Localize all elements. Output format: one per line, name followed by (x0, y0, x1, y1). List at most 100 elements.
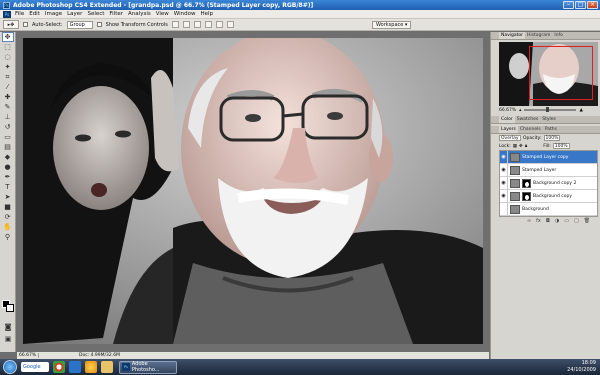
layer-row[interactable]: ◉ Stamped Layer copy (500, 150, 597, 164)
layer-row[interactable]: ◉ Background copy (500, 189, 597, 203)
menu-analysis[interactable]: Analysis (128, 11, 151, 17)
type-tool-icon[interactable]: T (2, 182, 14, 192)
navigator-preview[interactable] (499, 42, 598, 106)
lock-all-icon[interactable]: 🔒︎ (525, 143, 527, 149)
crop-tool-icon[interactable]: ⌗ (2, 72, 14, 82)
media-player-icon[interactable] (85, 361, 97, 373)
new-layer-icon[interactable]: ▢ (574, 218, 579, 225)
path-selection-tool-icon[interactable]: ➤ (2, 192, 14, 202)
zoom-level[interactable]: 66.67% (17, 353, 39, 358)
adjustment-layer-icon[interactable]: ◑ (555, 218, 559, 225)
link-layers-icon[interactable]: ∞ (527, 218, 531, 225)
eyedropper-tool-icon[interactable]: ⁄ (2, 82, 14, 92)
menu-filter[interactable]: Filter (109, 11, 123, 17)
tab-channels[interactable]: Channels (518, 126, 543, 133)
gradient-tool-icon[interactable]: ▤ (2, 142, 14, 152)
minimize-button[interactable]: – (563, 1, 574, 9)
visibility-eye-icon[interactable]: ◉ (500, 163, 508, 177)
align-left-icon[interactable] (204, 21, 212, 28)
add-mask-icon[interactable]: ◘ (546, 218, 550, 225)
navigator-view-frame[interactable] (529, 46, 593, 100)
align-right-icon[interactable] (226, 21, 234, 28)
fx-icon[interactable]: fx (536, 218, 541, 225)
layer-mask-thumbnail[interactable] (522, 178, 531, 188)
system-tray-clock[interactable]: 18:09 24/10/2009 (567, 360, 596, 374)
chrome-icon[interactable] (53, 361, 65, 373)
tab-info[interactable]: Info (552, 32, 565, 39)
tab-paths[interactable]: Paths (543, 126, 559, 133)
background-color-swatch[interactable] (6, 304, 14, 312)
dodge-tool-icon[interactable]: ● (2, 162, 14, 172)
zoom-in-icon[interactable]: ▲ (579, 108, 582, 113)
start-button[interactable] (3, 360, 17, 374)
maximize-button[interactable]: □ (575, 1, 586, 9)
auto-select-checkbox[interactable] (23, 22, 28, 27)
visibility-eye-icon[interactable]: ◉ (500, 189, 508, 203)
menu-file[interactable]: File (15, 11, 24, 17)
google-search-box[interactable]: Google (21, 362, 49, 372)
menu-image[interactable]: Image (45, 11, 62, 17)
internet-explorer-icon[interactable] (69, 361, 81, 373)
tab-color[interactable]: Color (499, 116, 515, 123)
align-middle-icon[interactable] (182, 21, 190, 28)
photo-canvas[interactable] (23, 38, 483, 344)
align-center-icon[interactable] (215, 21, 223, 28)
tool-preset-picker[interactable]: ▸✥ (3, 20, 19, 29)
tab-histogram[interactable]: Histogram (525, 32, 552, 39)
new-group-icon[interactable]: ▭ (564, 218, 569, 225)
layer-row[interactable]: ◉ Background copy 2 (500, 176, 597, 190)
document-size[interactable]: Doc: 4.99M/32.6M (39, 353, 120, 358)
close-button[interactable]: × (587, 1, 598, 9)
taskbar-photoshop-button[interactable]: Ps Adobe Photosho... (119, 360, 177, 374)
lock-pixels-icon[interactable]: ▦ (513, 144, 517, 149)
zoom-tool-icon[interactable]: ⚲ (2, 232, 14, 242)
visibility-eye-icon[interactable]: ◉ (500, 150, 508, 164)
visibility-eye-icon[interactable]: ◉ (500, 176, 508, 190)
align-top-icon[interactable] (171, 21, 179, 28)
delete-layer-icon[interactable]: 🗑︎ (584, 218, 590, 225)
zoom-out-icon[interactable]: ▴ (519, 108, 521, 113)
tab-swatches[interactable]: Swatches (515, 116, 541, 123)
layer-mask-thumbnail[interactable] (522, 191, 531, 201)
menu-layer[interactable]: Layer (67, 11, 82, 17)
healing-brush-tool-icon[interactable]: ✚ (2, 92, 14, 102)
shape-tool-icon[interactable]: ■ (2, 202, 14, 212)
screen-mode-icon[interactable]: ▣ (2, 334, 14, 344)
photoshop-menu-icon[interactable]: Ps (3, 10, 11, 18)
menu-view[interactable]: View (156, 11, 169, 17)
lock-position-icon[interactable]: ✥ (519, 144, 523, 149)
lasso-tool-icon[interactable]: ◌ (2, 52, 14, 62)
opacity-field[interactable]: 100% (543, 135, 561, 141)
show-transform-checkbox[interactable] (96, 22, 102, 27)
blend-mode-dropdown[interactable]: Overlay (499, 135, 521, 141)
workspace-button[interactable]: Workspace ▾ (372, 21, 412, 29)
tab-layers[interactable]: Layers (499, 126, 518, 133)
fill-field[interactable]: 100% (552, 143, 570, 149)
pen-tool-icon[interactable]: ✒ (2, 172, 14, 182)
tab-styles[interactable]: Styles (540, 116, 558, 123)
menu-window[interactable]: Window (174, 11, 196, 17)
quick-mask-icon[interactable]: ◙ (2, 322, 14, 332)
3d-rotate-tool-icon[interactable]: ⟳ (2, 212, 14, 222)
tab-navigator[interactable]: Navigator (499, 32, 526, 39)
brush-tool-icon[interactable]: ✎ (2, 102, 14, 112)
navigator-zoom-slider[interactable] (524, 107, 577, 112)
eraser-tool-icon[interactable]: ▭ (2, 132, 14, 142)
menu-select[interactable]: Select (87, 11, 104, 17)
layer-row[interactable]: Background (500, 202, 597, 216)
align-bottom-icon[interactable] (193, 21, 201, 28)
navigator-zoom-value[interactable]: 66.67% (499, 108, 516, 113)
folder-icon[interactable] (101, 361, 113, 373)
menu-edit[interactable]: Edit (29, 11, 40, 17)
clone-stamp-tool-icon[interactable]: ⊥ (2, 112, 14, 122)
marquee-tool-icon[interactable]: ⬚ (2, 42, 14, 52)
blur-tool-icon[interactable]: ◆ (2, 152, 14, 162)
history-brush-tool-icon[interactable]: ↺ (2, 122, 14, 132)
visibility-eye-icon[interactable] (500, 202, 508, 216)
layer-row[interactable]: ◉ Stamped Layer (500, 163, 597, 177)
move-tool-icon[interactable]: ✥ (1, 32, 14, 42)
auto-select-dropdown[interactable]: Group (66, 20, 93, 29)
menu-help[interactable]: Help (200, 11, 213, 17)
hand-tool-icon[interactable]: ✋ (2, 222, 14, 232)
magic-wand-tool-icon[interactable]: ✦ (2, 62, 14, 72)
